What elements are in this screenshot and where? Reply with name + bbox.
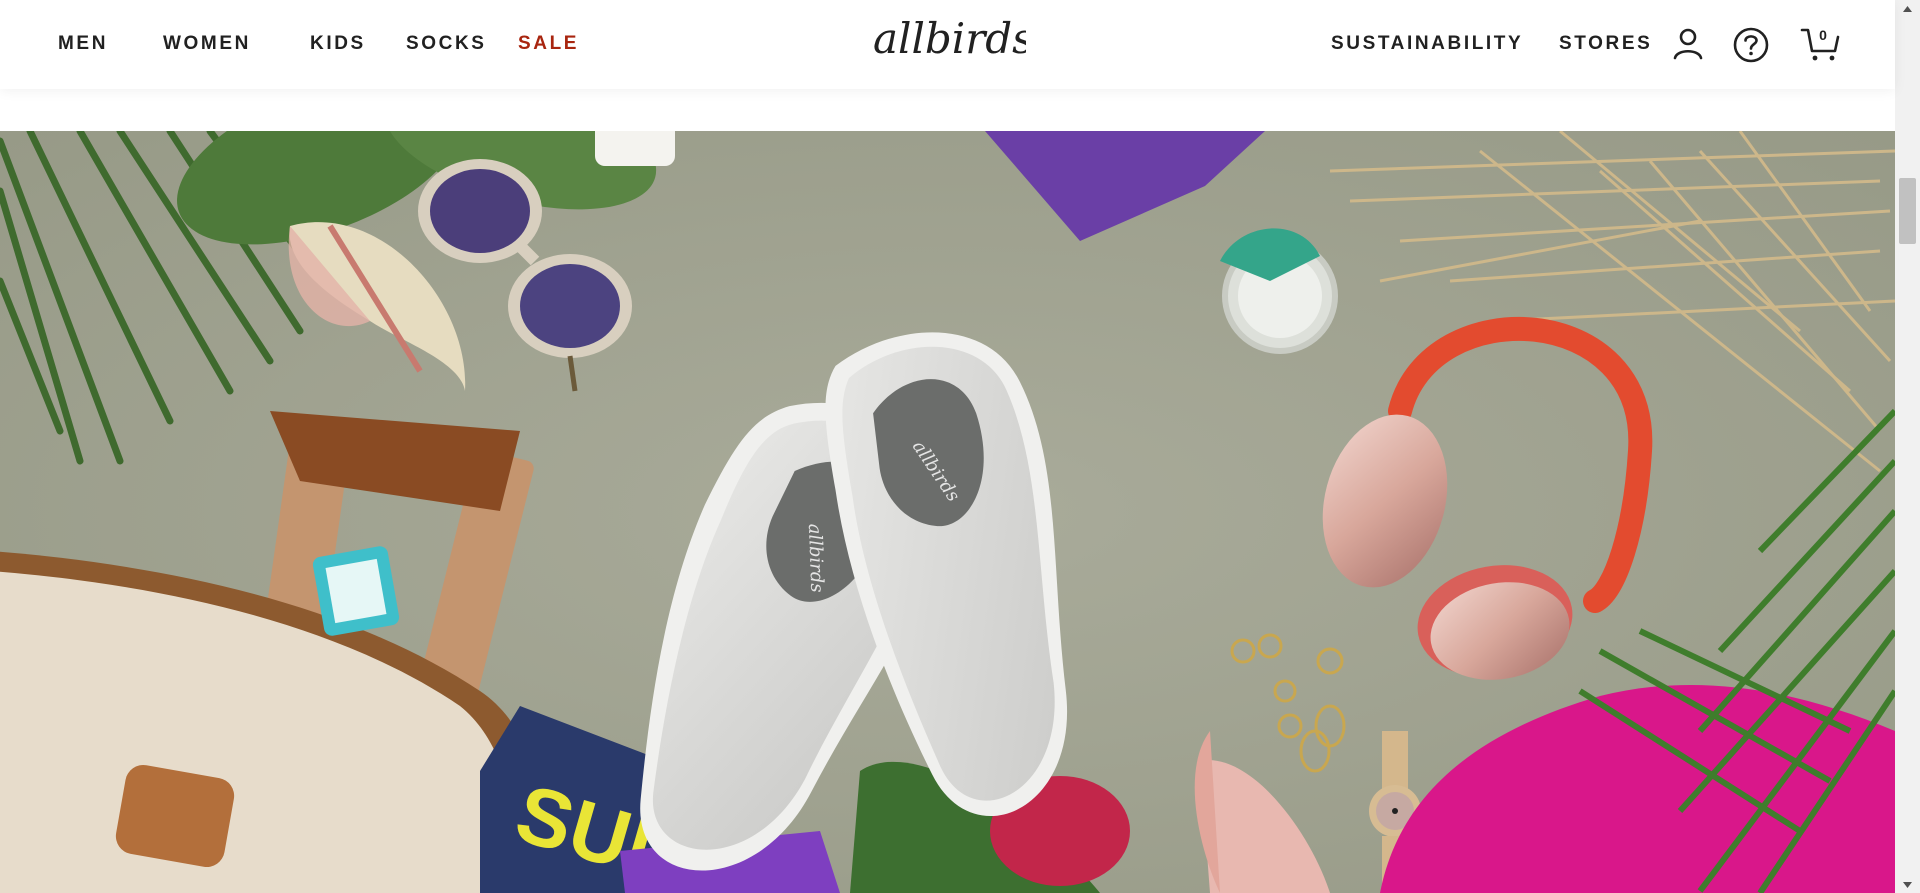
nav-stores[interactable]: STORES [1559,33,1652,55]
scrollbar-thumb[interactable] [1899,178,1916,244]
nav-socks[interactable]: SOCKS [406,33,487,55]
hero-flatlay-illustration: SUDS allbirds allbirds [0,131,1895,893]
nav-women[interactable]: WOMEN [163,33,251,55]
scroll-down-icon[interactable] [1899,876,1916,893]
nav-men[interactable]: MEN [58,33,108,55]
cart-count: 0 [1819,27,1827,43]
nav-kids[interactable]: KIDS [310,33,366,55]
nav-sustainability[interactable]: SUSTAINABILITY [1331,33,1523,55]
nav-sale[interactable]: SALE [518,33,579,55]
site-header: MEN WOMEN KIDS SOCKS SALE allbirds SUSTA… [0,0,1895,89]
allbirds-logo-svg: allbirds [873,14,1034,63]
account-icon[interactable] [1668,24,1708,64]
svg-text:allbirds: allbirds [804,523,827,593]
allbirds-logo[interactable]: allbirds [870,12,1034,72]
logo-wordmark: allbirds [873,14,1026,63]
hero-image: SUDS allbirds allbirds [0,131,1895,893]
help-icon[interactable] [1731,24,1771,64]
scroll-up-icon[interactable] [1899,0,1916,17]
page-scrollbar[interactable] [1895,0,1920,893]
